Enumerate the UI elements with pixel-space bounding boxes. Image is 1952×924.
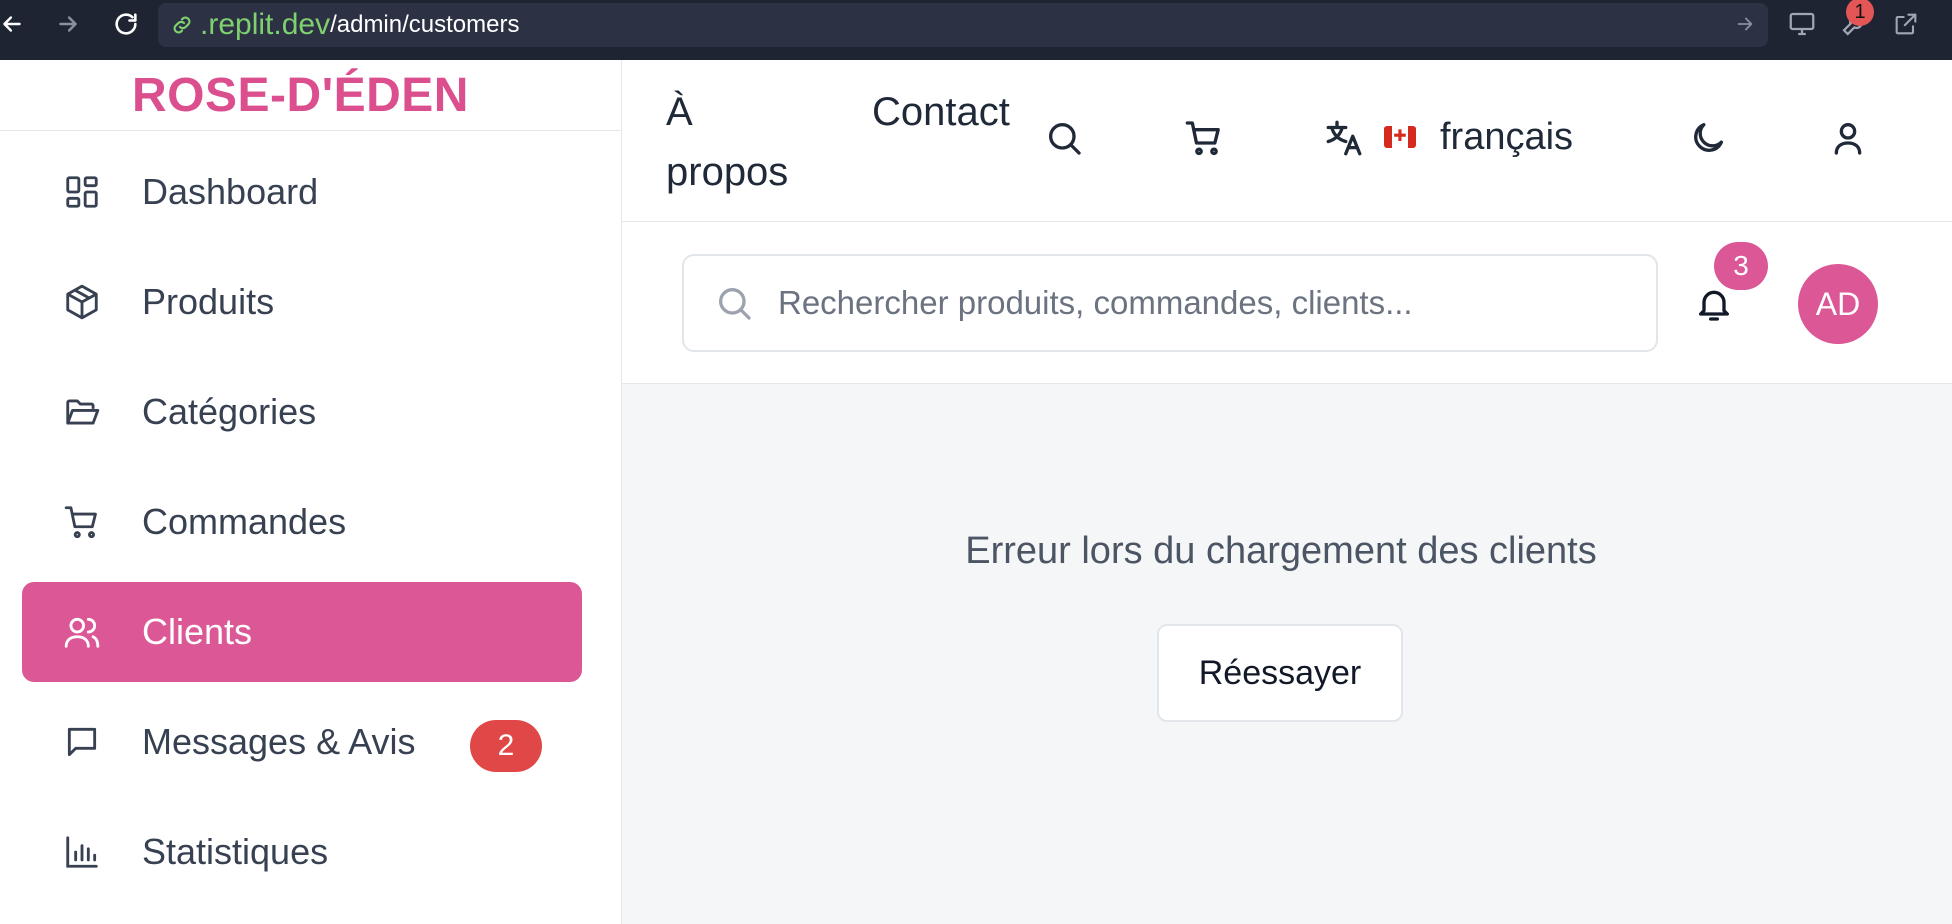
sidebar-item-label: Produits — [142, 281, 275, 322]
nav-search-button[interactable] — [1042, 116, 1086, 160]
sidebar-item-label: Commandes — [142, 501, 347, 542]
cart-icon — [62, 502, 102, 542]
retry-button[interactable]: Réessayer — [1157, 624, 1403, 722]
main-content: À propos Contact ✚ français Rechercher p… — [622, 60, 1952, 924]
nav-about-line1: À — [666, 90, 693, 134]
devtools-button[interactable]: 1 — [1834, 0, 1874, 42]
bar-chart-icon — [62, 832, 102, 872]
brand-header: ROSE-D'ÉDEN — [0, 60, 621, 131]
devtools-badge: 1 — [1846, 0, 1874, 26]
external-link-icon — [1895, 13, 1917, 35]
address-bar[interactable]: .replit.dev /admin/customers — [158, 3, 1768, 47]
nav-contact-link[interactable]: Contact — [872, 82, 1010, 142]
language-switcher[interactable] — [1322, 116, 1366, 160]
bell-icon — [1699, 290, 1729, 321]
sidebar-item-label: Clients — [142, 611, 253, 652]
nav-about-line2: propos — [666, 150, 789, 194]
site-top-nav: À propos Contact ✚ français — [622, 60, 1952, 222]
search-box[interactable] — [682, 254, 1658, 352]
sidebar-item-orders[interactable]: Commandes — [22, 472, 582, 572]
sidebar-item-label: Messages & Avis — [142, 721, 416, 762]
url-path: /admin/customers — [330, 11, 520, 38]
sidebar-item-categories[interactable]: Catégories — [22, 362, 582, 462]
desktop-view-button[interactable] — [1782, 6, 1822, 42]
reload-icon — [115, 13, 137, 35]
moon-icon — [1694, 123, 1723, 152]
back-button[interactable] — [0, 8, 30, 40]
nav-cart-button[interactable] — [1182, 116, 1226, 160]
sidebar-item-label: Statistiques — [142, 831, 329, 872]
sidebar-item-statistics[interactable]: Statistiques — [22, 802, 582, 902]
admin-search-header: 3 AD — [622, 222, 1952, 384]
user-avatar[interactable]: AD — [1798, 264, 1878, 344]
arrow-right-icon — [59, 16, 77, 32]
error-message: Erreur lors du chargement des clients — [965, 530, 1597, 572]
search-icon — [1049, 123, 1081, 155]
message-icon — [62, 722, 102, 762]
language-label[interactable]: français — [1440, 116, 1573, 159]
open-external-button[interactable] — [1886, 6, 1926, 42]
account-button[interactable] — [1826, 116, 1870, 160]
canada-flag-icon: ✚ — [1384, 126, 1416, 148]
package-icon — [62, 282, 102, 322]
users-icon — [62, 612, 102, 652]
sidebar-item-products[interactable]: Produits — [22, 252, 582, 352]
sidebar-item-clients[interactable]: Clients — [22, 582, 582, 682]
folder-icon — [62, 392, 102, 432]
messages-count-badge: 2 — [470, 720, 542, 772]
search-input[interactable] — [778, 284, 1638, 322]
cart-icon — [1185, 121, 1220, 156]
theme-toggle[interactable] — [1686, 116, 1730, 160]
sidebar-item-label: Dashboard — [142, 171, 319, 212]
user-icon — [1834, 123, 1862, 155]
go-arrow-icon[interactable] — [1734, 13, 1756, 40]
sidebar-item-label: Catégories — [142, 391, 317, 432]
brand-logo-text[interactable]: ROSE-D'ÉDEN — [132, 68, 469, 123]
translate-icon — [1326, 120, 1362, 156]
sidebar-item-dashboard[interactable]: Dashboard — [22, 142, 582, 242]
link-icon — [173, 16, 191, 34]
arrow-left-icon — [3, 16, 21, 32]
reload-button[interactable] — [108, 8, 144, 40]
search-icon — [712, 281, 756, 325]
sidebar-item-messages[interactable]: Messages & Avis 2 — [22, 692, 582, 792]
admin-sidebar: ROSE-D'ÉDEN Dashboard Produits Catégorie… — [0, 60, 622, 924]
url-host: .replit.dev — [200, 8, 331, 41]
browser-toolbar: .replit.dev /admin/customers 1 — [0, 0, 1952, 60]
notifications-count-badge: 3 — [1714, 242, 1768, 290]
forward-button[interactable] — [50, 8, 86, 40]
dashboard-icon — [62, 172, 102, 212]
monitor-icon — [1789, 12, 1815, 36]
nav-about-link[interactable]: À propos — [666, 82, 788, 202]
